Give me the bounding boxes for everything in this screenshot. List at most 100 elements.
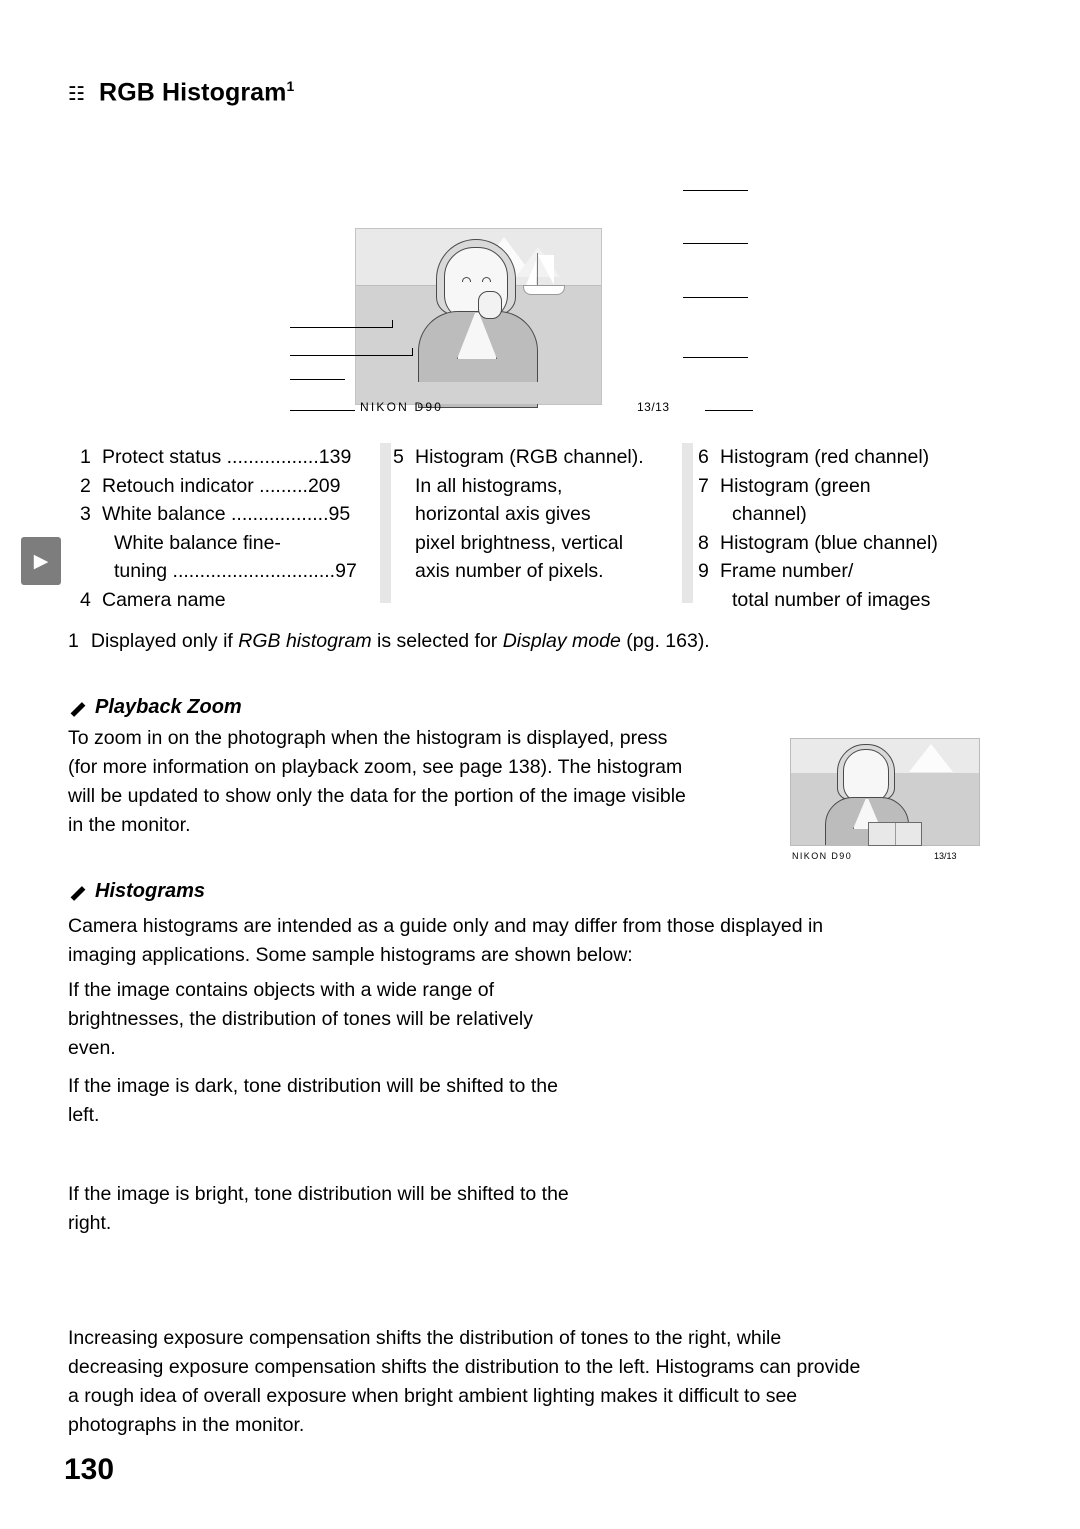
sample-line: left. <box>68 1104 100 1126</box>
callout-number <box>393 557 415 586</box>
callout-item: In all histograms, <box>393 472 683 501</box>
note-heading-label: Playback Zoom <box>95 696 242 718</box>
page-title-footnote-marker: 1 <box>286 78 295 94</box>
thumb-mountain <box>909 744 953 772</box>
callout-label: Histogram (green <box>720 474 871 497</box>
callout-label: White balance <box>102 503 226 525</box>
callout-page: 209 <box>307 474 341 497</box>
callout-item: pixel brightness, vertical <box>393 529 683 558</box>
note-line: imaging applications. Some sample histog… <box>68 944 633 966</box>
callout-label: White balance fine- <box>114 531 281 554</box>
callout-number <box>393 472 415 501</box>
callout-number <box>393 500 415 529</box>
callout-item: 4 Camera name <box>80 586 380 615</box>
callout-number <box>393 529 415 558</box>
sample-line: If the image contains objects with a wid… <box>68 979 494 1001</box>
callout-number <box>80 529 102 558</box>
pencil-icon <box>68 883 85 900</box>
callout-dots: ......... <box>253 474 308 497</box>
callout-label: tuning <box>114 560 168 582</box>
footnote-part-3: (pg. 163). <box>620 630 710 652</box>
callout-column-c: 6 Histogram (red channel) 7 Histogram (gre… <box>698 443 1013 614</box>
note-heading-label: Histograms <box>95 880 206 902</box>
callout-label: axis number of pixels. <box>415 560 604 582</box>
leader-line-6 <box>683 190 748 191</box>
leader-line-3 <box>290 379 345 380</box>
callout-number: 2 <box>80 474 91 497</box>
callout-number: 4 <box>80 588 91 611</box>
closing-line: a rough idea of overall exposure when br… <box>68 1385 798 1407</box>
callout-page: 139 <box>318 446 352 468</box>
column-divider-right <box>682 443 693 603</box>
callout-dots: ................. <box>221 446 319 468</box>
callout-number <box>698 586 720 615</box>
leader-tick-2 <box>412 348 413 356</box>
callout-column-a: 1 Protect status .................139 2 Re… <box>80 443 380 614</box>
callout-number: 7 <box>698 474 709 497</box>
portrait-hand <box>478 291 502 319</box>
thumb-icon-cell <box>869 823 896 845</box>
callout-item: channel) <box>698 500 1013 529</box>
sample-line: brightnesses, the distribution of tones … <box>68 1008 533 1030</box>
column-divider-left <box>380 443 391 603</box>
callout-label: total number of images <box>732 588 931 611</box>
callout-label: In all histograms, <box>415 474 563 497</box>
footnote-part-1: Displayed only if <box>90 630 239 652</box>
callout-number <box>698 500 720 529</box>
leader-line-2 <box>290 355 413 356</box>
callout-dots: .............................. <box>167 560 336 582</box>
callout-number: 8 <box>698 531 709 554</box>
callout-item: 6 Histogram (red channel) <box>698 443 1013 472</box>
page-title-label: RGB Histogram <box>99 78 287 107</box>
sailboat-sail-left <box>526 261 536 285</box>
callout-number: 9 <box>698 560 709 582</box>
playback-section-tab[interactable]: ▶ <box>21 537 61 585</box>
note-heading-histograms: Histograms <box>68 880 205 903</box>
callout-dots: .................. <box>225 503 329 525</box>
sailboat-sail-right <box>538 255 554 285</box>
callout-text: Camera name <box>102 586 380 615</box>
callout-text: White balance fine- <box>102 529 380 558</box>
callout-item: 9 Frame number/ <box>698 557 1013 586</box>
note-line: (for more information on playback zoom, … <box>68 756 683 778</box>
callout-number: 3 <box>80 503 91 525</box>
callout-page: 95 <box>328 503 351 525</box>
leader-line-8 <box>683 297 748 298</box>
callout-item: 3 White balance ..................95 <box>80 500 380 529</box>
callout-item: tuning ..............................97 <box>80 557 380 586</box>
sample-paragraph-bright: If the image is bright, tone distributio… <box>68 1180 708 1238</box>
callout-item: 8 Histogram (blue channel) <box>698 529 1013 558</box>
callout-label: Camera name <box>102 588 226 611</box>
note-body-histograms: Camera histograms are intended as a guid… <box>68 912 968 970</box>
callout-text: White balance ..................95 <box>102 500 380 529</box>
callout-item: total number of images <box>698 586 1013 615</box>
callout-item: 5 Histogram (RGB channel). <box>393 443 683 472</box>
leader-tick-1 <box>392 320 393 328</box>
note-heading-playback-zoom: Playback Zoom <box>68 696 242 719</box>
closing-line: photographs in the monitor. <box>68 1414 305 1436</box>
leader-line-7 <box>683 243 748 244</box>
callout-label: Histogram (red channel) <box>720 446 930 468</box>
closing-paragraph: Increasing exposure compensation shifts … <box>68 1324 988 1440</box>
callout-label: pixel brightness, vertical <box>415 531 624 554</box>
thumb-icon-cell <box>896 823 922 845</box>
sample-paragraph-even: If the image contains objects with a wid… <box>68 976 708 1063</box>
callout-legend: 1 Protect status .................139 2 Re… <box>68 443 1012 623</box>
sample-line: If the image is bright, tone distributio… <box>68 1183 569 1205</box>
pencil-icon <box>68 699 85 716</box>
sample-line: If the image is dark, tone distribution … <box>68 1075 558 1097</box>
monitor-frame-counter: 13/13 <box>637 400 670 414</box>
callout-label: Retouch indicator <box>102 474 254 497</box>
monitor-camera-name: NIKON D90 <box>360 400 444 414</box>
sample-paragraph-dark: If the image is dark, tone distribution … <box>68 1072 708 1130</box>
footnote-italic-1: RGB histogram <box>238 630 372 652</box>
callout-number: 6 <box>698 446 709 468</box>
callout-text: Retouch indicator .........209 <box>102 472 380 501</box>
callout-label: Protect status <box>102 446 222 468</box>
closing-line: decreasing exposure compensation shifts … <box>68 1356 861 1378</box>
callout-number: 5 <box>393 446 404 468</box>
camera-monitor-illustration <box>355 228 602 408</box>
callout-page: 97 <box>335 560 357 582</box>
callout-number: 1 <box>80 446 91 468</box>
note-line: Camera histograms are intended as a guid… <box>68 915 824 937</box>
